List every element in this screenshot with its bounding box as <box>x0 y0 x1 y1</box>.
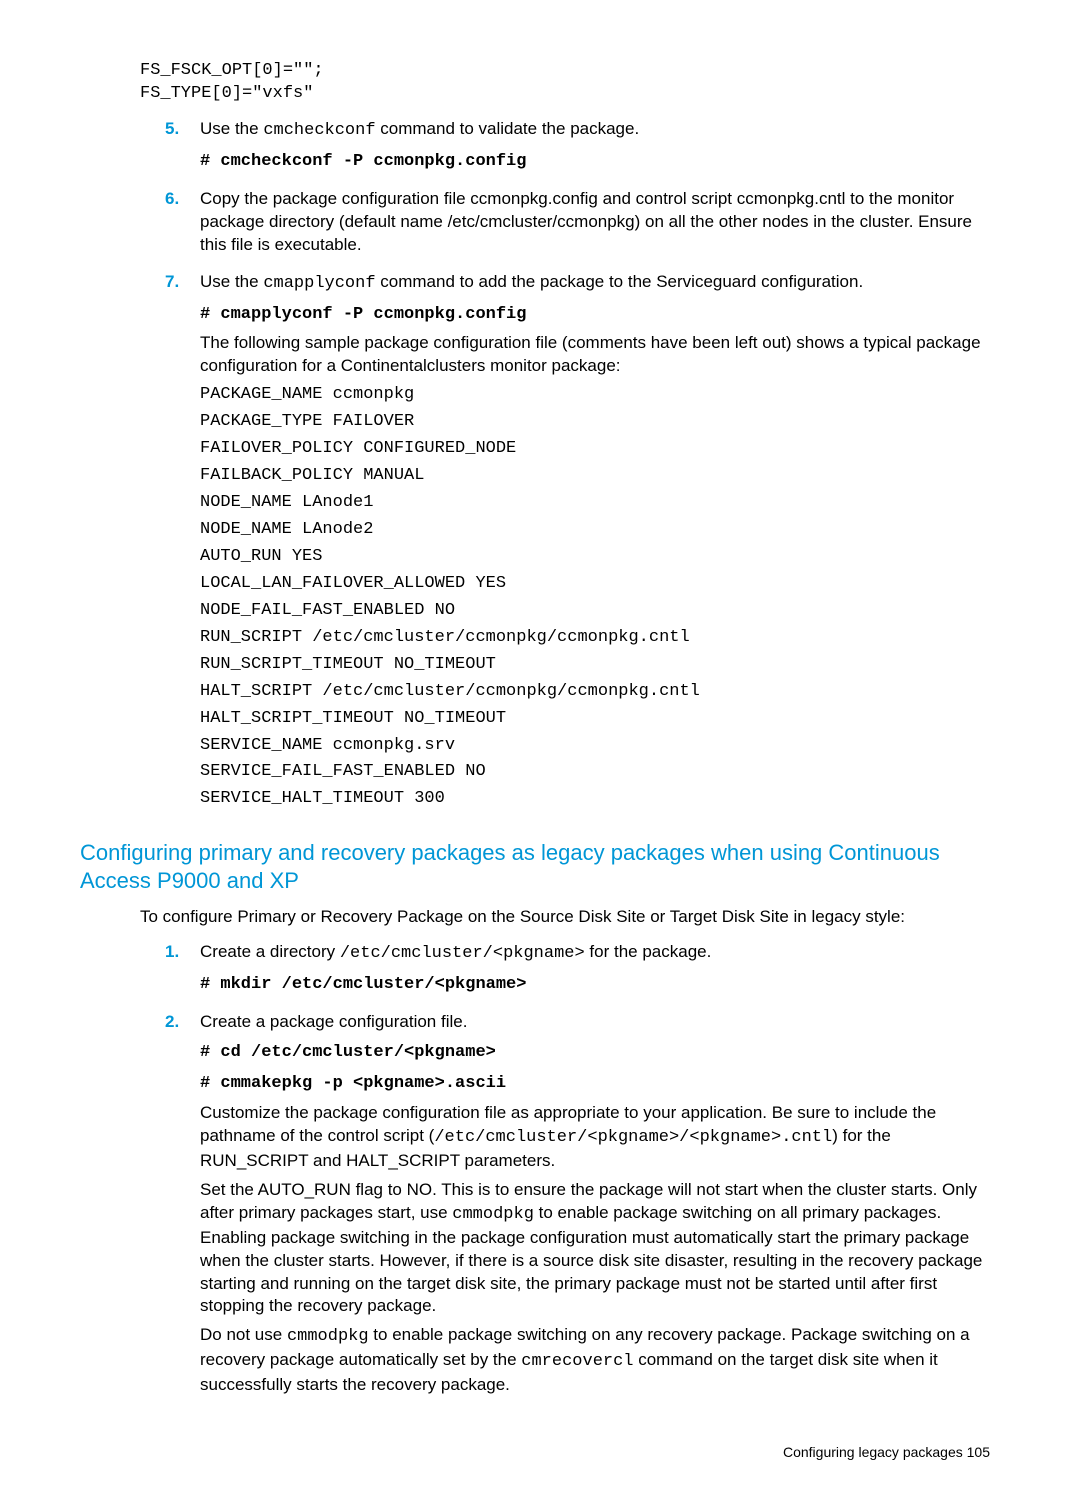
code-line: PACKAGE_TYPE FAILOVER <box>200 411 1000 434</box>
code-line: SERVICE_NAME ccmonpkg.srv <box>200 735 1000 758</box>
code-line: FAILBACK_POLICY MANUAL <box>200 465 1000 488</box>
code-line: NODE_NAME LAnode2 <box>200 519 1000 542</box>
step-number: 6. <box>165 188 200 263</box>
paragraph: The following sample package configurati… <box>200 332 1000 378</box>
step-number: 1. <box>165 941 200 1003</box>
step-body: Create a package configuration file. # cd… <box>200 1011 1000 1403</box>
code-line: NODE_FAIL_FAST_ENABLED NO <box>200 600 1000 623</box>
paragraph: Use the cmapplyconf command to add the p… <box>200 271 1000 296</box>
code-line: RUN_SCRIPT_TIMEOUT NO_TIMEOUT <box>200 654 1000 677</box>
code-line: HALT_SCRIPT_TIMEOUT NO_TIMEOUT <box>200 708 1000 731</box>
paragraph: Create a directory /etc/cmcluster/<pkgna… <box>200 941 1000 966</box>
page-footer: Configuring legacy packages 105 <box>80 1443 1000 1462</box>
step: 1.Create a directory /etc/cmcluster/<pkg… <box>140 941 1000 1003</box>
step-body: Use the cmcheckconf command to validate … <box>200 118 1000 180</box>
paragraph: # mkdir /etc/cmcluster/<pkgname> <box>200 972 1000 997</box>
step: 6.Copy the package configuration file cc… <box>140 188 1000 263</box>
step-number: 2. <box>165 1011 200 1403</box>
code-line: SERVICE_FAIL_FAST_ENABLED NO <box>200 761 1000 784</box>
section-heading: Configuring primary and recovery package… <box>80 839 1000 894</box>
paragraph: Do not use cmmodpkg to enable package sw… <box>200 1324 1000 1397</box>
step: 5.Use the cmcheckconf command to validat… <box>140 118 1000 180</box>
code-line: PACKAGE_NAME ccmonpkg <box>200 384 1000 407</box>
step-body: Use the cmapplyconf command to add the p… <box>200 271 1000 816</box>
paragraph: Set the AUTO_RUN flag to NO. This is to … <box>200 1179 1000 1319</box>
paragraph: # cmmakepkg -p <pkgname>.ascii <box>200 1071 1000 1096</box>
code-line: LOCAL_LAN_FAILOVER_ALLOWED YES <box>200 573 1000 596</box>
paragraph: Create a package configuration file. <box>200 1011 1000 1034</box>
paragraph: Customize the package configuration file… <box>200 1102 1000 1173</box>
paragraph: # cmcheckconf -P ccmonpkg.config <box>200 149 1000 174</box>
paragraph: # cd /etc/cmcluster/<pkgname> <box>200 1040 1000 1065</box>
step-number: 5. <box>165 118 200 180</box>
intro-text: To configure Primary or Recovery Package… <box>140 906 1000 929</box>
step-body: Create a directory /etc/cmcluster/<pkgna… <box>200 941 1000 1003</box>
code-line: NODE_NAME LAnode1 <box>200 492 1000 515</box>
code-line: RUN_SCRIPT /etc/cmcluster/ccmonpkg/ccmon… <box>200 627 1000 650</box>
paragraph: Use the cmcheckconf command to validate … <box>200 118 1000 143</box>
step: 2.Create a package configuration file. # … <box>140 1011 1000 1403</box>
code-line: HALT_SCRIPT /etc/cmcluster/ccmonpkg/ccmo… <box>200 681 1000 704</box>
code-line: FAILOVER_POLICY CONFIGURED_NODE <box>200 438 1000 461</box>
code-block-top: FS_FSCK_OPT[0]=""; FS_TYPE[0]="vxfs" <box>140 60 1000 106</box>
step: 7.Use the cmapplyconf command to add the… <box>140 271 1000 816</box>
code-line: SERVICE_HALT_TIMEOUT 300 <box>200 788 1000 811</box>
step-number: 7. <box>165 271 200 816</box>
paragraph: Copy the package configuration file ccmo… <box>200 188 1000 257</box>
code-line: AUTO_RUN YES <box>200 546 1000 569</box>
paragraph: # cmapplyconf -P ccmonpkg.config <box>200 302 1000 327</box>
step-body: Copy the package configuration file ccmo… <box>200 188 1000 263</box>
